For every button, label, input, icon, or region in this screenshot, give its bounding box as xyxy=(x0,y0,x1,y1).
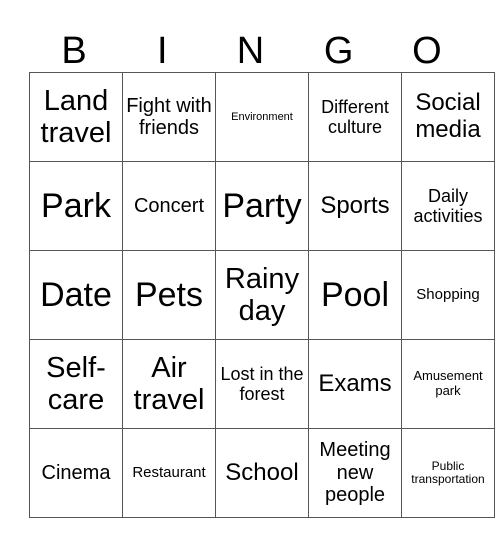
grid-row: Land travel Fight with friends Environme… xyxy=(29,72,495,162)
bingo-cell[interactable]: Shopping xyxy=(401,250,495,340)
bingo-cell[interactable]: Environment xyxy=(215,72,309,162)
bingo-grid: Land travel Fight with friends Environme… xyxy=(29,72,495,518)
grid-row: Park Concert Party Sports Daily activiti… xyxy=(29,161,495,251)
bingo-cell[interactable]: Air travel xyxy=(122,339,216,429)
bingo-cell[interactable]: Rainy day xyxy=(215,250,309,340)
header-letter-i: I xyxy=(157,30,168,72)
bingo-cell[interactable]: Social media xyxy=(401,72,495,162)
grid-row: Cinema Restaurant School Meeting new peo… xyxy=(29,428,495,518)
bingo-cell[interactable]: Party xyxy=(215,161,309,251)
bingo-cell[interactable]: Concert xyxy=(122,161,216,251)
grid-row: Self-care Air travel Lost in the forest … xyxy=(29,339,495,429)
bingo-cell[interactable]: Park xyxy=(29,161,123,251)
grid-row: Date Pets Rainy day Pool Shopping xyxy=(29,250,495,340)
header-letter-g: G xyxy=(323,30,354,72)
bingo-cell[interactable]: Fight with friends xyxy=(122,72,216,162)
bingo-cell[interactable]: Meeting new people xyxy=(308,428,402,518)
bingo-cell[interactable]: Self-care xyxy=(29,339,123,429)
bingo-cell[interactable]: Exams xyxy=(308,339,402,429)
bingo-cell[interactable]: Public transportation xyxy=(401,428,495,518)
bingo-cell[interactable]: Cinema xyxy=(29,428,123,518)
bingo-cell[interactable]: Restaurant xyxy=(122,428,216,518)
bingo-cell[interactable]: Amusement park xyxy=(401,339,495,429)
bingo-cell[interactable]: Pets xyxy=(122,250,216,340)
bingo-cell[interactable]: Daily activities xyxy=(401,161,495,251)
bingo-cell[interactable]: Land travel xyxy=(29,72,123,162)
bingo-cell[interactable]: Pool xyxy=(308,250,402,340)
header-letter-o: O xyxy=(412,30,442,72)
bingo-cell[interactable]: Sports xyxy=(308,161,402,251)
bingo-cell[interactable]: School xyxy=(215,428,309,518)
bingo-header: B I N G O xyxy=(30,30,471,73)
bingo-cell[interactable]: Date xyxy=(29,250,123,340)
bingo-cell[interactable]: Lost in the forest xyxy=(215,339,309,429)
header-letter-n: N xyxy=(236,30,265,72)
bingo-cell[interactable]: Different culture xyxy=(308,72,402,162)
header-letter-b: B xyxy=(61,30,87,72)
